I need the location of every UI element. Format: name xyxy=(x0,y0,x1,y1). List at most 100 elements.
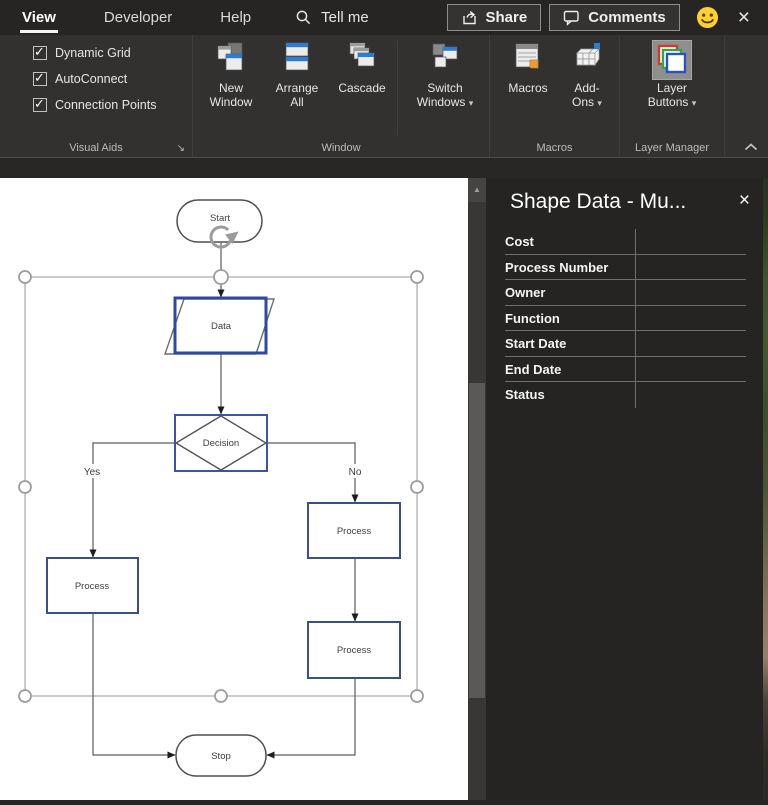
scrollbar-thumb[interactable] xyxy=(469,383,485,698)
drawing-canvas[interactable]: Yes No Start Data xyxy=(0,178,468,800)
tell-me-label: Tell me xyxy=(321,9,369,26)
ribbon-end xyxy=(725,35,768,157)
edge-label-no: No xyxy=(349,467,362,478)
table-row: Start Date xyxy=(505,331,746,357)
field-label: Status xyxy=(505,382,636,408)
shape-label: Data xyxy=(211,321,232,332)
add-ons-button[interactable]: Add- Ons ▾ xyxy=(560,38,614,138)
tab-view[interactable]: View xyxy=(20,2,58,34)
connector-left-stop[interactable] xyxy=(93,613,175,755)
button-label: Macros xyxy=(508,81,547,95)
dropdown-caret-icon: ▾ xyxy=(469,98,474,108)
titlebar-right: Share Comments × xyxy=(447,4,768,31)
field-value[interactable] xyxy=(636,280,746,305)
edge-label-yes: Yes xyxy=(84,467,100,478)
selection-handle[interactable] xyxy=(411,690,423,702)
collapse-ribbon-icon[interactable] xyxy=(744,143,758,151)
tell-me-search[interactable]: Tell me xyxy=(295,9,369,26)
button-label: Arrange xyxy=(276,81,319,95)
scroll-up-button[interactable]: ▲ xyxy=(468,178,486,202)
panel-close-icon[interactable]: × xyxy=(739,191,750,210)
table-row: End Date xyxy=(505,357,746,383)
field-value[interactable] xyxy=(636,331,746,356)
shape-stop[interactable]: Stop xyxy=(176,735,266,776)
comment-icon xyxy=(563,9,580,26)
share-icon xyxy=(461,9,478,26)
group-label-layer-manager: Layer Manager xyxy=(620,142,724,154)
comments-label: Comments xyxy=(588,9,666,26)
selection-handle[interactable] xyxy=(215,690,227,702)
main-area: Yes No Start Data xyxy=(0,158,768,800)
cascade-button[interactable]: Cascade xyxy=(331,38,393,138)
add-ons-icon xyxy=(571,41,603,73)
switch-windows-button[interactable]: Switch Windows ▾ xyxy=(402,38,488,138)
field-label: Function xyxy=(505,306,636,331)
shape-data[interactable]: Data xyxy=(165,298,274,354)
share-button[interactable]: Share xyxy=(447,4,542,31)
shape-label: Start xyxy=(210,213,230,224)
button-label: Cascade xyxy=(338,81,385,95)
close-window-button[interactable]: × xyxy=(734,7,754,28)
connector-decision-no[interactable] xyxy=(266,443,355,502)
arrange-all-button[interactable]: Arrange All xyxy=(263,38,331,138)
dialog-launcher-icon[interactable]: ↘ xyxy=(177,143,185,154)
comments-button[interactable]: Comments xyxy=(549,4,680,31)
button-label: Windows ▾ xyxy=(417,95,474,110)
vertical-scrollbar[interactable]: ▲ xyxy=(468,178,486,800)
flowchart-svg: Yes No Start Data xyxy=(0,178,468,800)
layer-buttons-tile xyxy=(653,41,691,79)
field-value[interactable] xyxy=(636,382,746,408)
field-value[interactable] xyxy=(636,229,746,254)
connector-right-stop[interactable] xyxy=(267,678,355,755)
shape-start[interactable]: Start xyxy=(177,200,262,242)
checkbox-label: Connection Points xyxy=(55,98,156,112)
field-value[interactable] xyxy=(636,255,746,280)
feedback-smiley-icon[interactable] xyxy=(696,6,719,29)
share-label: Share xyxy=(486,9,528,26)
selection-handle[interactable] xyxy=(411,271,423,283)
checkbox-dynamic-grid[interactable]: ✓ Dynamic Grid xyxy=(33,46,192,60)
checkbox-checked-icon: ✓ xyxy=(33,98,47,112)
new-window-button[interactable]: New Window xyxy=(199,38,263,138)
selection-handle[interactable] xyxy=(214,270,228,284)
arrange-all-icon xyxy=(281,41,313,73)
selection-handle[interactable] xyxy=(19,481,31,493)
field-value[interactable] xyxy=(636,357,746,382)
checkbox-autoconnect[interactable]: ✓ AutoConnect xyxy=(33,72,192,86)
shape-data-panel: Shape Data - Mu... × Cost Process Number… xyxy=(486,178,763,800)
macros-button[interactable]: Macros xyxy=(496,38,560,138)
table-row: Function xyxy=(505,306,746,332)
table-row: Cost xyxy=(505,229,746,255)
group-inner-separator xyxy=(397,41,398,135)
tab-developer[interactable]: Developer xyxy=(102,2,174,34)
macros-icon xyxy=(512,41,544,73)
table-row: Status xyxy=(505,382,746,408)
checkbox-label: Dynamic Grid xyxy=(55,46,131,60)
shape-decision[interactable]: Decision xyxy=(175,415,267,471)
checkbox-connection-points[interactable]: ✓ Connection Points xyxy=(33,98,192,112)
connector-decision-yes[interactable] xyxy=(93,443,176,557)
group-label-macros: Macros xyxy=(490,142,619,154)
group-layer-manager: Layer Buttons ▾ Layer Manager xyxy=(620,35,725,157)
button-label: Add- xyxy=(574,81,599,95)
layer-buttons-icon xyxy=(655,43,689,77)
desktop-wallpaper-strip xyxy=(763,178,768,800)
shape-label: Process xyxy=(337,645,372,656)
table-row: Owner xyxy=(505,280,746,306)
layer-buttons-button[interactable]: Layer Buttons ▾ xyxy=(632,38,712,138)
shape-process-left[interactable]: Process xyxy=(47,558,138,613)
panel-title: Shape Data - Mu... xyxy=(510,190,686,214)
selection-handle[interactable] xyxy=(19,271,31,283)
checkbox-checked-icon: ✓ xyxy=(33,46,47,60)
field-label: Cost xyxy=(505,229,636,254)
shape-process-right-2[interactable]: Process xyxy=(308,622,400,678)
shape-process-right-1[interactable]: Process xyxy=(308,503,400,558)
selection-handle[interactable] xyxy=(411,481,423,493)
shape-data-table: Cost Process Number Owner Function Start… xyxy=(505,229,746,408)
selection-handle[interactable] xyxy=(19,690,31,702)
group-window: New Window Arrange All Cascade xyxy=(193,35,490,157)
dropdown-caret-icon: ▾ xyxy=(692,98,697,108)
cascade-icon xyxy=(346,41,378,73)
tab-help[interactable]: Help xyxy=(218,2,253,34)
field-value[interactable] xyxy=(636,306,746,331)
